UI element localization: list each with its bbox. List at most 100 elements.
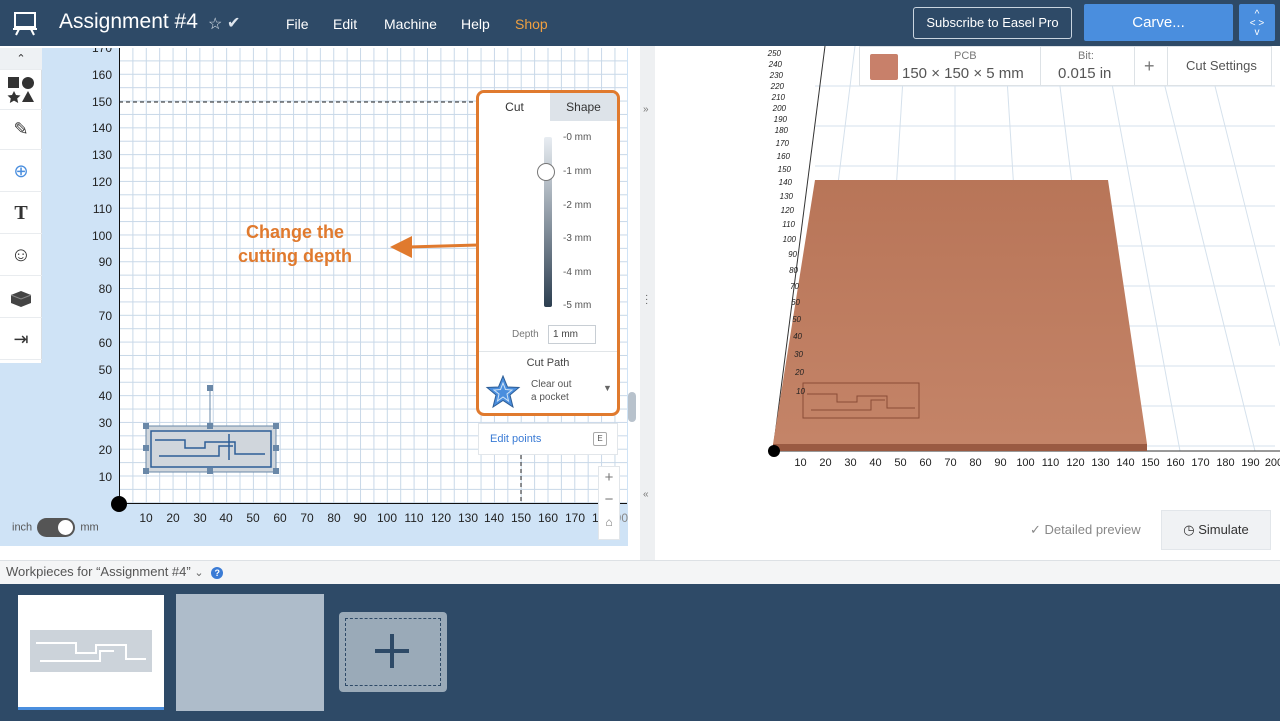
drag-handle-icon[interactable]: · · ·	[645, 291, 648, 309]
3d-parts-icon[interactable]	[0, 278, 42, 318]
y-tick: 210	[771, 93, 785, 102]
preview-x-ticks: 10 20 30 40 50 60 70 80 90 100 110 120 130 140 150 160 1…	[788, 457, 1280, 469]
depth-mark: -5 mm	[563, 300, 592, 311]
y-tick: 50	[792, 315, 801, 324]
chevron-down-icon[interactable]: ⌄	[194, 567, 203, 579]
star-icon[interactable]: ☆	[208, 14, 222, 34]
x-tick: 130	[1091, 457, 1110, 469]
target-icon[interactable]: ⊕	[0, 152, 42, 192]
material-label: PCB	[954, 50, 977, 62]
x-tick: 140	[483, 511, 505, 525]
unit-mm-label: mm	[80, 521, 99, 534]
chevron-down-icon[interactable]: ▼	[603, 383, 612, 393]
help-icon[interactable]: ?	[211, 567, 224, 579]
add-bit-button[interactable]: +	[1144, 56, 1155, 77]
y-tick: 100	[782, 235, 796, 244]
unit-toggle[interactable]: inch mm	[12, 518, 99, 537]
cut-path-line1: Clear out	[531, 379, 572, 390]
y-tick: 70	[98, 309, 112, 323]
y-tick: 100	[91, 229, 112, 243]
y-tick: 80	[789, 266, 798, 275]
x-tick: 40	[219, 511, 233, 525]
bit-value[interactable]: 0.015 in	[1058, 65, 1111, 82]
y-tick: 20	[98, 443, 112, 457]
y-tick: 60	[791, 298, 800, 307]
x-tick: 170	[564, 511, 586, 525]
depth-label: Depth	[512, 329, 539, 340]
carve-button[interactable]: Carve...	[1084, 4, 1233, 41]
collapse-right-icon[interactable]: »	[643, 104, 649, 115]
x-tick: 90	[994, 457, 1007, 469]
y-tick: 250	[767, 49, 781, 58]
y-tick: 150	[777, 165, 791, 174]
menu-machine[interactable]: Machine	[384, 16, 437, 32]
y-tick: 10	[98, 470, 112, 484]
annotation-arrow-icon	[390, 236, 479, 258]
x-tick: 130	[457, 511, 479, 525]
x-tick: 150	[510, 511, 532, 525]
y-tick: 160	[91, 68, 112, 82]
x-tick: 20	[819, 457, 832, 469]
y-tick: 140	[778, 178, 792, 187]
depth-slider-handle[interactable]	[537, 163, 555, 181]
depth-mark: -0 mm	[563, 132, 592, 143]
material-swatch[interactable]	[870, 54, 898, 80]
y-tick: 30	[794, 350, 803, 359]
collapse-left-icon[interactable]: «	[643, 489, 649, 500]
y-tick: 30	[98, 416, 112, 430]
project-title[interactable]: Assignment #4	[59, 10, 198, 34]
pen-icon[interactable]: ✎	[0, 110, 42, 150]
zoom-in-icon[interactable]: +	[599, 467, 619, 489]
menu-help[interactable]: Help	[461, 16, 490, 32]
subscribe-button[interactable]: Subscribe to Easel Pro	[913, 7, 1072, 39]
edit-points-button[interactable]: Edit points E	[478, 423, 618, 455]
home-icon[interactable]: ⌂	[599, 511, 619, 533]
x-tick: 170	[1191, 457, 1210, 469]
zoom-out-icon[interactable]: −	[599, 489, 619, 511]
expand-icon[interactable]: ^ < > v	[1239, 4, 1275, 41]
x-tick: 110	[404, 511, 424, 525]
y-tick: 40	[98, 389, 112, 403]
depth-mark: -1 mm	[563, 166, 592, 177]
cut-path-select[interactable]: Clear out a pocket	[531, 378, 572, 404]
vertical-scrollbar[interactable]	[628, 392, 636, 422]
emoji-icon[interactable]: ☺	[0, 236, 42, 276]
toggle-switch[interactable]	[37, 518, 76, 537]
saved-check-icon: ✔	[227, 15, 241, 32]
menu-file[interactable]: File	[286, 16, 309, 32]
x-tick: 80	[327, 511, 341, 525]
tab-shape[interactable]: Shape	[550, 93, 617, 121]
x-tick: 100	[376, 511, 398, 525]
easel-logo-icon[interactable]	[12, 10, 38, 36]
add-workpiece-button[interactable]	[339, 612, 447, 692]
cut-settings-button[interactable]: Cut Settings	[1186, 58, 1257, 73]
workpiece-thumbnail[interactable]	[176, 594, 324, 711]
pocket-star-icon[interactable]	[485, 375, 521, 409]
material-size[interactable]: 150 × 150 × 5 mm	[902, 65, 1024, 82]
simulate-button[interactable]: ◷ Simulate	[1161, 510, 1271, 550]
workpiece-thumbnail[interactable]	[18, 595, 164, 710]
depth-input[interactable]: 1 mm	[548, 325, 596, 344]
depth-mark: -4 mm	[563, 267, 592, 278]
x-tick: 50	[246, 511, 260, 525]
y-tick: 90	[98, 255, 112, 269]
y-tick: 40	[793, 332, 802, 341]
y-tick: 150	[91, 95, 112, 109]
x-tick: 30	[844, 457, 857, 469]
menu-shop[interactable]: Shop	[515, 16, 548, 32]
panel-divider[interactable]: » · · · «	[640, 46, 655, 560]
menu-edit[interactable]: Edit	[333, 16, 357, 32]
x-tick: 120	[430, 511, 452, 525]
collapse-toolbar-icon[interactable]: ⌃	[0, 48, 42, 70]
x-tick: 40	[869, 457, 882, 469]
import-icon[interactable]: ⇥	[0, 320, 42, 360]
y-tick: 70	[790, 282, 799, 291]
3d-preview[interactable]: 250 240 230 220 210 200 190 180 170 160 …	[655, 46, 1280, 560]
tab-cut[interactable]: Cut	[479, 93, 550, 121]
workpieces-title: Workpieces for “Assignment #4”	[6, 564, 191, 579]
detailed-preview-toggle[interactable]: ✓ Detailed preview	[1030, 522, 1141, 538]
text-icon[interactable]: T	[0, 194, 42, 234]
x-tick: 60	[919, 457, 932, 469]
shapes-icon[interactable]	[0, 70, 42, 110]
edit-points-label: Edit points	[490, 433, 542, 445]
